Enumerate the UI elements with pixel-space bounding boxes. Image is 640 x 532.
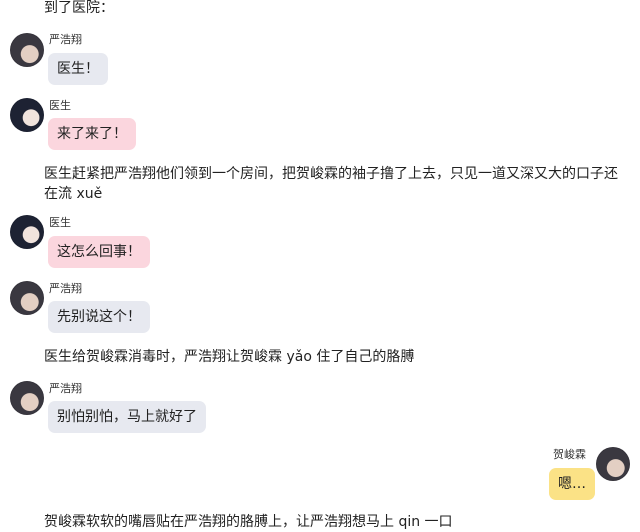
speaker-name: 医生: [49, 99, 71, 112]
chat-bubble: 先别说这个！: [48, 301, 150, 333]
speaker-name: 医生: [49, 216, 71, 229]
chat-bubble: 来了来了！: [48, 118, 136, 150]
avatar: [10, 33, 44, 67]
speaker-name: 严浩翔: [49, 382, 82, 395]
narration-text: 贺峻霖软软的嘴唇贴在严浩翔的胳膊上，让严浩翔想马上 qin 一口: [44, 514, 453, 530]
chat-bubble: 别怕别怕，马上就好了: [48, 401, 206, 433]
speaker-name: 严浩翔: [49, 282, 82, 295]
chat-bubble: 嗯…: [549, 468, 595, 500]
speaker-name: 严浩翔: [49, 33, 82, 46]
avatar: [596, 447, 630, 481]
speaker-name: 贺峻霖: [553, 448, 586, 461]
avatar: [10, 381, 44, 415]
chat-bubble: 这怎么回事！: [48, 236, 150, 268]
narration-text: 医生给贺峻霖消毒时，严浩翔让贺峻霖 yǎo 住了自己的胳膊: [44, 349, 415, 365]
narration-text: 到了医院：: [44, 0, 114, 16]
avatar: [10, 281, 44, 315]
avatar: [10, 98, 44, 132]
avatar: [10, 215, 44, 249]
narration-text: 医生赶紧把严浩翔他们领到一个房间，把贺峻霖的袖子撸了上去，只见一道又深又大的口子…: [44, 166, 618, 202]
chat-bubble: 医生！: [48, 53, 108, 85]
